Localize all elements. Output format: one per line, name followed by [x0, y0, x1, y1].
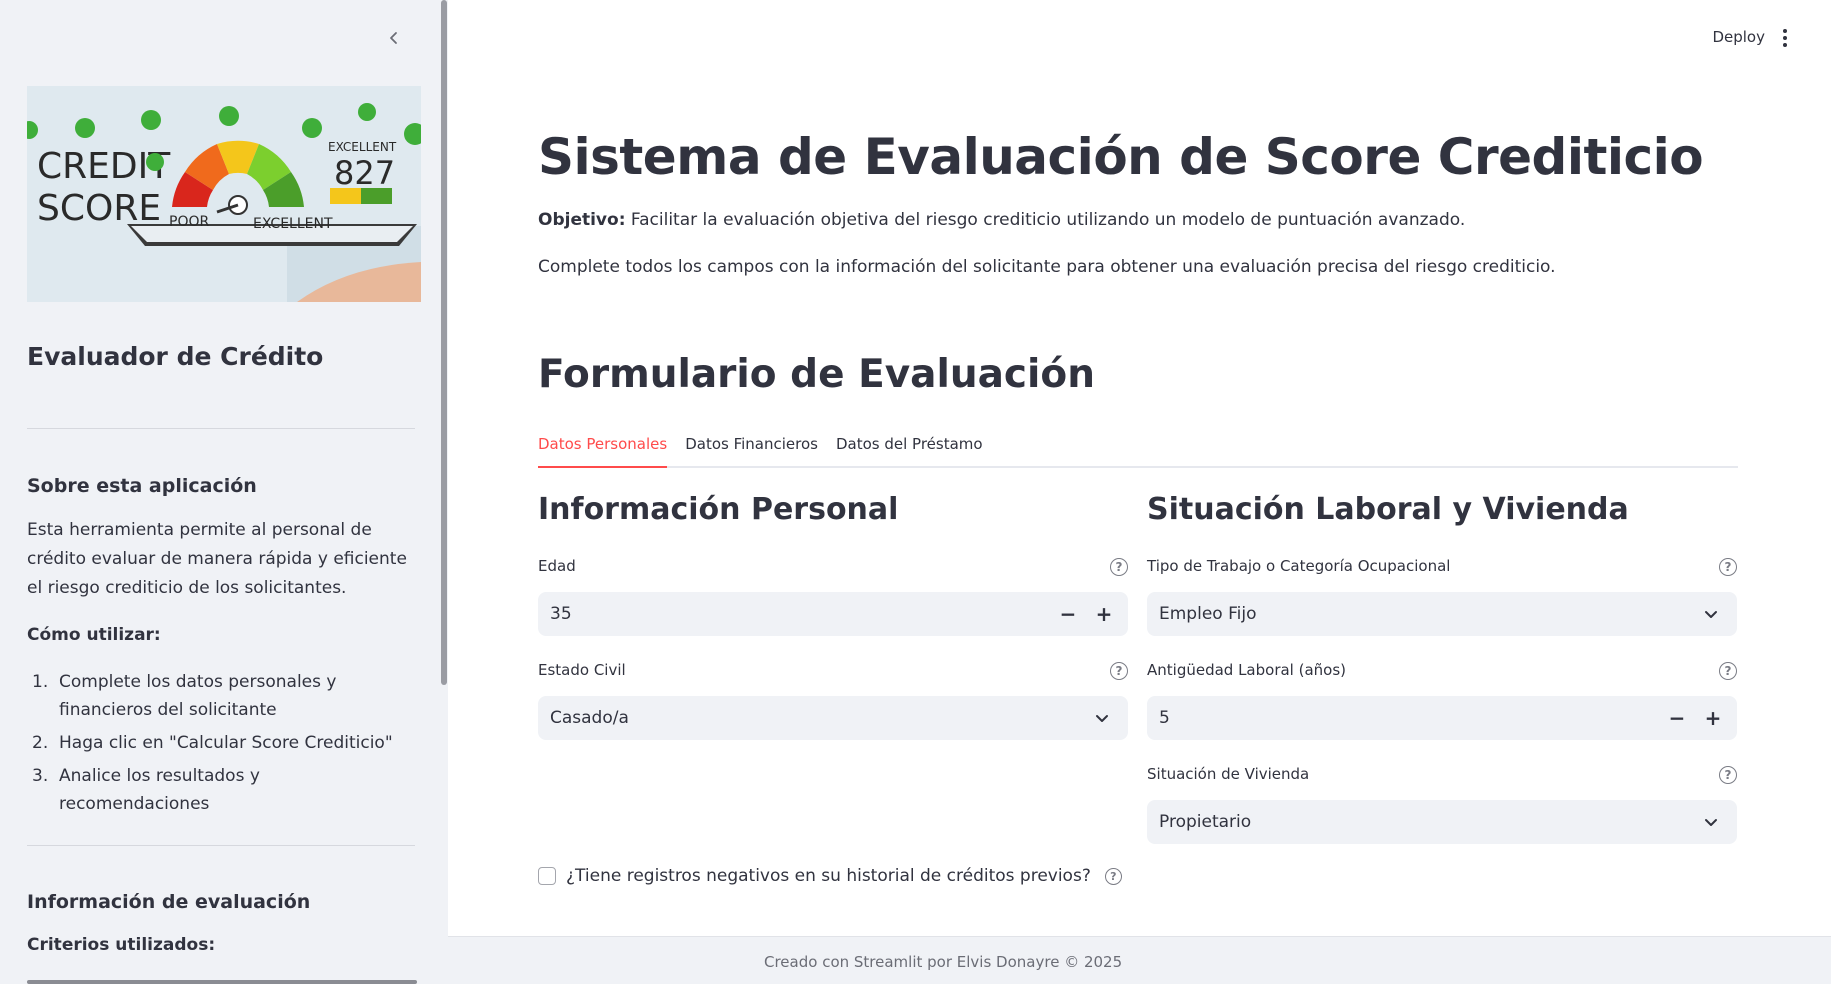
negative-history-checkbox[interactable] — [538, 867, 556, 885]
instructions-text: Complete todos los campos con la informa… — [538, 257, 1556, 277]
age-number-input[interactable]: 35 − + — [538, 592, 1128, 636]
help-icon[interactable]: ? — [1104, 867, 1122, 885]
personal-info-column: Información Personal Edad ? 35 − + Estad… — [538, 492, 1128, 764]
increment-button[interactable]: + — [1697, 702, 1729, 734]
decrement-button[interactable]: − — [1052, 598, 1084, 630]
collapse-sidebar-button[interactable] — [382, 26, 406, 50]
list-item-text: Complete los datos personales y financie… — [59, 672, 337, 720]
help-icon[interactable]: ? — [1719, 766, 1737, 784]
tenure-value: 5 — [1159, 708, 1170, 728]
list-item: 2. Haga clic en "Calcular Score Creditici… — [27, 729, 407, 757]
age-label: Edad — [538, 557, 576, 575]
objective-paragraph: Objetivo: Facilitar la evaluación objeti… — [538, 210, 1465, 230]
deploy-button[interactable]: Deploy — [1712, 28, 1765, 46]
image-rating-label: EXCELLENT — [328, 140, 397, 154]
form-title: Formulario de Evaluación — [538, 352, 1095, 397]
work-housing-column: Situación Laboral y Vivienda Tipo de Tra… — [1147, 492, 1737, 868]
objective-label: Objetivo: — [538, 210, 626, 230]
decrement-button[interactable]: − — [1661, 702, 1693, 734]
civil-status-field: Estado Civil ? Casado/a — [538, 660, 1128, 740]
job-type-value: Empleo Fijo — [1159, 604, 1257, 624]
age-stepper: − + — [1052, 592, 1120, 636]
footer: Creado con Streamlit por Elvis Donayre ©… — [448, 936, 1831, 984]
tenure-label: Antigüedad Laboral (años) — [1147, 661, 1347, 679]
objective-text: Facilitar la evaluación objetiva del rie… — [630, 210, 1466, 230]
kebab-dot — [1783, 36, 1787, 40]
kebab-dot — [1783, 43, 1787, 47]
criteria-heading: Criterios utilizados: — [27, 935, 216, 955]
personal-info-title: Información Personal — [538, 492, 899, 527]
image-word-score: SCORE — [37, 188, 161, 229]
howto-heading: Cómo utilizar: — [27, 625, 161, 645]
chevron-down-icon — [1705, 819, 1717, 826]
credit-score-image: CREDIT SCORE POOR EXCELLENT EXCELLENT 82… — [27, 86, 421, 302]
sidebar-divider — [27, 428, 415, 429]
sidebar-title: Evaluador de Crédito — [27, 342, 324, 371]
footer-text: Creado con Streamlit por Elvis Donayre ©… — [764, 953, 1123, 971]
image-excellent-label: EXCELLENT — [253, 216, 333, 232]
housing-select[interactable]: Propietario — [1147, 800, 1737, 844]
sidebar: CREDIT SCORE POOR EXCELLENT EXCELLENT 82… — [0, 0, 448, 984]
housing-field: Situación de Vivienda ? Propietario — [1147, 764, 1737, 844]
help-icon[interactable]: ? — [1110, 558, 1128, 576]
list-item: 3. Analice los resultados y recomendacion… — [27, 762, 407, 818]
image-score-number: 827 — [334, 154, 395, 192]
negative-history-label[interactable]: ¿Tiene registros negativos en su histori… — [566, 866, 1091, 886]
eval-heading: Información de evaluación — [27, 891, 311, 913]
image-poor-label: POOR — [169, 214, 209, 230]
list-item-number: 3. — [32, 766, 49, 786]
chevron-left-icon — [390, 32, 397, 44]
work-housing-title: Situación Laboral y Vivienda — [1147, 492, 1629, 527]
tenure-field: Antigüedad Laboral (años) ? 5 − + — [1147, 660, 1737, 740]
howto-list: 1. Complete los datos personales y financ… — [27, 668, 407, 823]
horizontal-scrollbar[interactable] — [27, 980, 417, 984]
job-type-field: Tipo de Trabajo o Categoría Ocupacional … — [1147, 556, 1737, 636]
help-icon[interactable]: ? — [1110, 662, 1128, 680]
about-text: Esta herramienta permite al personal de … — [27, 520, 407, 598]
increment-button[interactable]: + — [1088, 598, 1120, 630]
chevron-down-icon — [1096, 715, 1108, 722]
tenure-number-input[interactable]: 5 − + — [1147, 696, 1737, 740]
help-icon[interactable]: ? — [1719, 662, 1737, 680]
list-item-number: 1. — [32, 672, 49, 692]
page-title: Sistema de Evaluación de Score Creditici… — [538, 128, 1704, 186]
chevron-down-icon — [1705, 611, 1717, 618]
sidebar-scrollbar[interactable] — [441, 0, 447, 685]
housing-label: Situación de Vivienda — [1147, 765, 1310, 783]
tab-bar: Datos Personales Datos Financieros Datos… — [538, 430, 1738, 468]
civil-status-value: Casado/a — [550, 708, 629, 728]
help-icon[interactable]: ? — [1719, 558, 1737, 576]
age-field: Edad ? 35 − + — [538, 556, 1128, 636]
main-menu-button[interactable] — [1775, 26, 1795, 50]
sidebar-divider — [27, 845, 415, 846]
housing-value: Propietario — [1159, 812, 1252, 832]
age-value: 35 — [550, 604, 572, 624]
job-type-label: Tipo de Trabajo o Categoría Ocupacional — [1147, 557, 1451, 575]
main-content: Deploy Sistema de Evaluación de Score Cr… — [448, 0, 1831, 984]
about-heading: Sobre esta aplicación — [27, 475, 257, 497]
list-item-text: Haga clic en "Calcular Score Crediticio" — [59, 733, 393, 753]
list-item-text: Analice los resultados y recomendaciones — [59, 766, 260, 814]
civil-status-select[interactable]: Casado/a — [538, 696, 1128, 740]
civil-status-label: Estado Civil — [538, 661, 626, 679]
tab-datos-prestamo[interactable]: Datos del Préstamo — [836, 430, 983, 468]
tenure-stepper: − + — [1661, 696, 1729, 740]
tab-datos-personales[interactable]: Datos Personales — [538, 430, 668, 468]
list-item-number: 2. — [32, 733, 49, 753]
kebab-dot — [1783, 29, 1787, 33]
job-type-select[interactable]: Empleo Fijo — [1147, 592, 1737, 636]
list-item: 1. Complete los datos personales y financ… — [27, 668, 407, 724]
negative-history-checkbox-row: ¿Tiene registros negativos en su histori… — [538, 866, 1122, 886]
tab-datos-financieros[interactable]: Datos Financieros — [685, 430, 818, 468]
